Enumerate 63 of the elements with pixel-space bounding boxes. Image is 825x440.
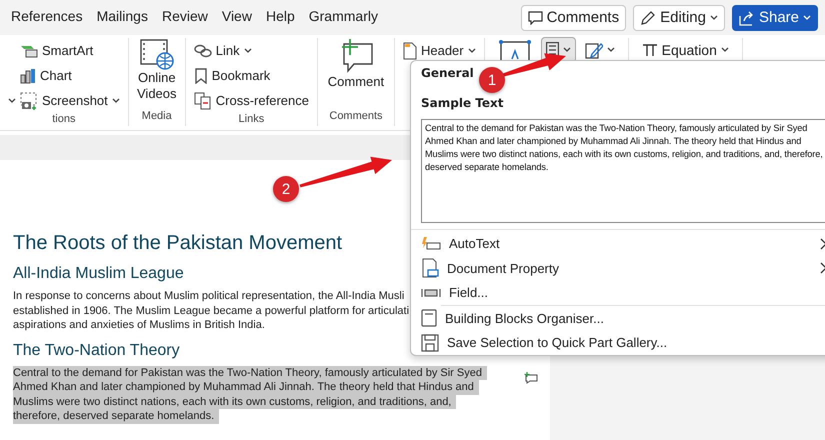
ribbon-tab[interactable]: View	[214, 4, 259, 31]
pencil-icon	[640, 10, 656, 26]
link-icon	[194, 44, 212, 58]
chart-icon	[20, 68, 36, 84]
document-property-icon	[421, 258, 439, 278]
group-label: Links	[238, 113, 266, 126]
ribbon-command[interactable]: Screenshot	[20, 88, 120, 113]
cross-reference-icon	[194, 92, 212, 110]
caret-icon	[8, 98, 16, 104]
document-title: The Roots of the Pakistan Movement	[13, 232, 342, 255]
group-label: Media	[140, 110, 173, 124]
ribbon-tab[interactable]: Review	[154, 4, 215, 31]
ribbon-command[interactable]: Link	[194, 38, 309, 63]
ribbon-command[interactable]: Bookmark	[194, 63, 309, 88]
section-heading: All-India Muslim League	[13, 265, 184, 283]
body-text-line: aspirations and anxieties of Muslims in British India.	[13, 318, 266, 332]
group-label: Comments	[328, 110, 384, 124]
caret-icon	[112, 98, 120, 104]
comments-button[interactable]: Comments	[520, 4, 626, 30]
caret-icon	[720, 47, 729, 53]
menu-item[interactable]: Field...	[411, 280, 825, 306]
share-icon	[738, 10, 755, 26]
ribbon-command[interactable]: Chart	[20, 63, 120, 88]
section-heading: The Two-Nation Theory	[13, 342, 180, 360]
ribbon-command[interactable]: Comment	[326, 38, 386, 110]
ribbon-tab[interactable]: Help	[258, 4, 302, 31]
comment-icon	[528, 10, 543, 24]
ribbon-tab[interactable]: Mailings	[90, 4, 155, 31]
caret-icon	[468, 48, 476, 54]
menu-section-title: General	[420, 65, 475, 82]
share-button[interactable]: Share	[732, 4, 818, 30]
menu-item[interactable]: Document Property	[411, 256, 825, 281]
comment-marker-icon[interactable]	[524, 372, 538, 384]
field-icon	[421, 286, 441, 299]
preview-title: Sample Text	[420, 94, 504, 112]
ribbon-tab[interactable]: Grammarly	[302, 4, 385, 31]
bookmark-icon	[194, 68, 208, 84]
ribbon-command[interactable]: Equation	[636, 37, 734, 63]
signature-icon	[584, 41, 603, 59]
building-blocks-icon	[421, 309, 437, 328]
video-icon	[138, 38, 175, 70]
menu-item[interactable]: AutoText	[411, 232, 825, 256]
caret-icon	[710, 14, 718, 20]
menu-item[interactable]: Save Selection to Quick Part Gallery...	[411, 330, 825, 356]
autotext-icon	[421, 236, 441, 252]
ribbon-command[interactable]: SmartArt	[20, 38, 120, 63]
caret-icon	[244, 48, 252, 54]
body-text-line: established in 1906. The Muslim League became a powerful platform for articulati	[13, 304, 410, 318]
save-icon	[421, 334, 439, 352]
editing-button[interactable]: Editing	[633, 4, 725, 30]
caret-icon	[606, 47, 615, 53]
screenshot-icon	[20, 92, 38, 110]
pi-icon	[642, 43, 658, 57]
group-label: tions	[51, 113, 76, 126]
menu-item[interactable]: Building Blocks Organiser...	[411, 306, 825, 331]
ribbon-command[interactable]: Online Videos	[136, 38, 177, 110]
caret-icon	[562, 47, 571, 53]
preview-text: Central to the demand for Pakistan was the Two-Nation Theory, famously articulated by Sir Syed Ahmed Khan and later championed by Muhammad Ali Jinnah. The theory held that Hindus and Muslims were two distinct nations, each with its own customs, religion, and traditions, and, therefore, deserved separate homelands.	[421, 118, 825, 223]
caret-icon	[803, 14, 811, 20]
ribbon-command[interactable]: Header	[402, 38, 476, 63]
ribbon-tab[interactable]: References	[4, 4, 90, 31]
body-text-line: In response to concerns about Muslim political representation, the All-India Musli	[13, 289, 406, 304]
ribbon-command[interactable]: Cross-reference	[194, 88, 309, 113]
